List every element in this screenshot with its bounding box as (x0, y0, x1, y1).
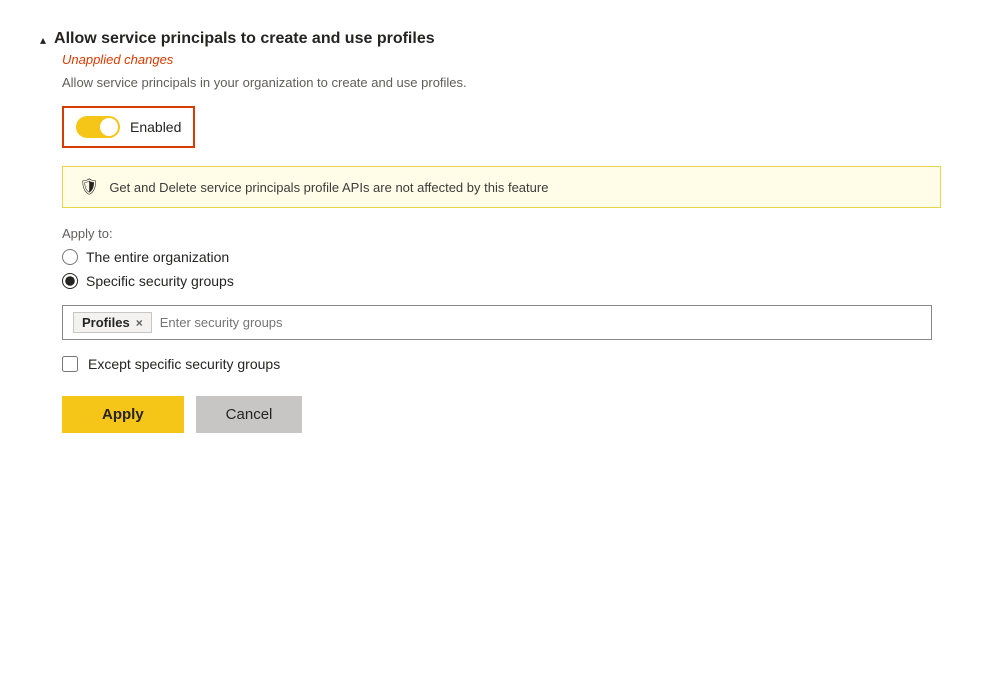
radio-specific-groups-input[interactable] (62, 273, 78, 289)
profiles-tag-remove[interactable]: × (136, 316, 143, 330)
info-banner: 🛡 Get and Delete service principals prof… (62, 166, 941, 208)
cancel-button[interactable]: Cancel (196, 396, 303, 433)
profiles-tag: Profiles × (73, 312, 152, 333)
info-message: Get and Delete service principals profil… (109, 180, 548, 195)
section-description: Allow service principals in your organiz… (62, 75, 941, 90)
enabled-toggle[interactable] (76, 116, 120, 138)
except-groups-label: Except specific security groups (88, 356, 280, 372)
action-buttons: Apply Cancel (62, 396, 941, 433)
radio-specific-groups[interactable]: Specific security groups (62, 273, 941, 289)
radio-entire-org-input[interactable] (62, 249, 78, 265)
toggle-container: Enabled (62, 106, 195, 148)
apply-to-label: Apply to: (62, 226, 941, 241)
info-shield-icon: 🛡 (79, 177, 99, 197)
unapplied-changes-label: Unapplied changes (62, 52, 941, 67)
section-title: Allow service principals to create and u… (54, 30, 435, 48)
toggle-label: Enabled (130, 119, 181, 135)
radio-group: The entire organization Specific securit… (62, 249, 941, 289)
collapse-icon[interactable]: ▴ (40, 33, 46, 47)
apply-button[interactable]: Apply (62, 396, 184, 433)
section-header: ▴ Allow service principals to create and… (40, 30, 941, 48)
security-groups-text-input[interactable] (160, 315, 921, 330)
radio-entire-org-label: The entire organization (86, 249, 229, 265)
radio-entire-org[interactable]: The entire organization (62, 249, 941, 265)
except-groups-checkbox[interactable] (62, 356, 78, 372)
except-groups-checkbox-row[interactable]: Except specific security groups (62, 356, 941, 372)
profiles-tag-label: Profiles (82, 315, 130, 330)
radio-specific-groups-label: Specific security groups (86, 273, 234, 289)
security-groups-input-container[interactable]: Profiles × (62, 305, 932, 340)
